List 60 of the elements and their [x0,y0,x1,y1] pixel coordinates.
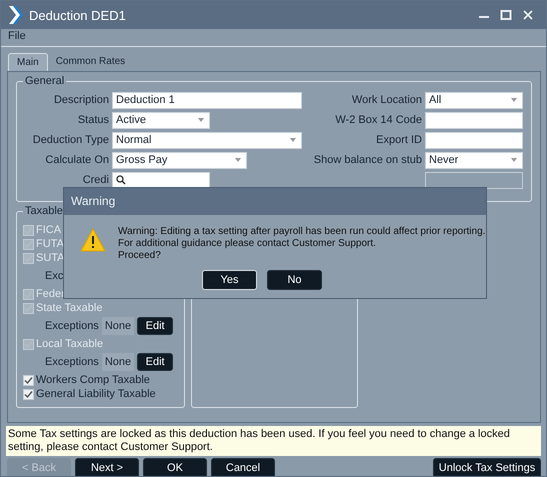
group-title: General [23,75,66,87]
maximize-icon[interactable] [500,10,512,20]
checkbox-label: Local Taxable [36,338,104,350]
tab[interactable]: Main [8,53,48,71]
tab[interactable]: Common Rates [48,53,134,71]
chevron-logo-icon [7,6,23,24]
caret-icon [511,98,517,102]
field-label: Deduction Type [32,134,109,146]
edit-button[interactable]: Edit [137,316,174,334]
checkbox-label: General Liability Taxable [36,388,156,400]
input-field[interactable]: Deduction 1 [112,92,302,108]
dropdown[interactable]: Never [425,152,523,168]
field-label: Exceptions [45,320,99,332]
dropdown[interactable]: Gross Pay [112,152,247,168]
input-field[interactable] [425,132,523,148]
edit-button[interactable]: Edit [137,352,174,370]
close-icon[interactable] [522,10,534,20]
field-label: Status [76,114,109,126]
dropdown[interactable]: All [425,92,523,108]
checkbox-label: SUTA [36,252,65,264]
dialog-title: Warning [64,188,486,215]
field-label: Calculate On [44,154,109,166]
warning-message: Warning: Editing a tax setting after payroll has been run could affect prior reporting. For additional guidance please contact Customer Support. Proceed? [118,226,486,262]
checkbox[interactable] [23,374,34,386]
value-text: None [102,316,134,334]
dialog-button[interactable]: Unlock Tax Settings [433,458,541,476]
dialog-button[interactable]: OK [143,458,207,476]
checkbox[interactable] [23,388,34,400]
caret-icon [198,118,204,122]
checkbox-label: Feder [36,288,65,300]
caret-icon [235,158,241,162]
checkbox-label: Workers Comp Taxable [36,374,150,386]
dialog-button[interactable]: Cancel [211,458,275,476]
dialog-button[interactable]: No [267,270,322,290]
menu-item[interactable]: File [8,30,26,42]
search-icon [116,175,126,185]
field-label: Show balance on stub [312,154,422,166]
caret-icon [511,158,517,162]
input-field[interactable] [425,112,523,128]
checkbox-label: State Taxable [36,302,102,314]
notice-text: Some Tax settings are locked as this deduction has been used. If you feel you need to change a locked setting, please contact Customer Support. [6,426,541,456]
field-label: W-2 Box 14 Code [334,114,422,126]
field-label: Exc [45,270,64,282]
field-label: Export ID [375,134,422,146]
field-label: Exceptions [45,356,99,368]
field-label: Description [52,94,109,106]
checkbox-label: FICA [36,224,62,236]
dropdown[interactable]: Active [112,112,210,128]
dialog-button[interactable]: Next > [75,458,139,476]
value-text: None [102,352,134,370]
field-label: Credi [82,174,109,186]
dropdown[interactable]: Normal [112,132,302,148]
checkbox-label: FUTA [36,238,64,250]
dialog-button[interactable]: Yes [202,270,257,290]
group-title: Taxable [23,205,65,217]
caret-icon [290,138,296,142]
window-title: Deduction DED1 [29,8,126,22]
field-label: Work Location [350,94,422,106]
warning-icon [80,228,106,252]
input-field[interactable] [112,172,210,188]
